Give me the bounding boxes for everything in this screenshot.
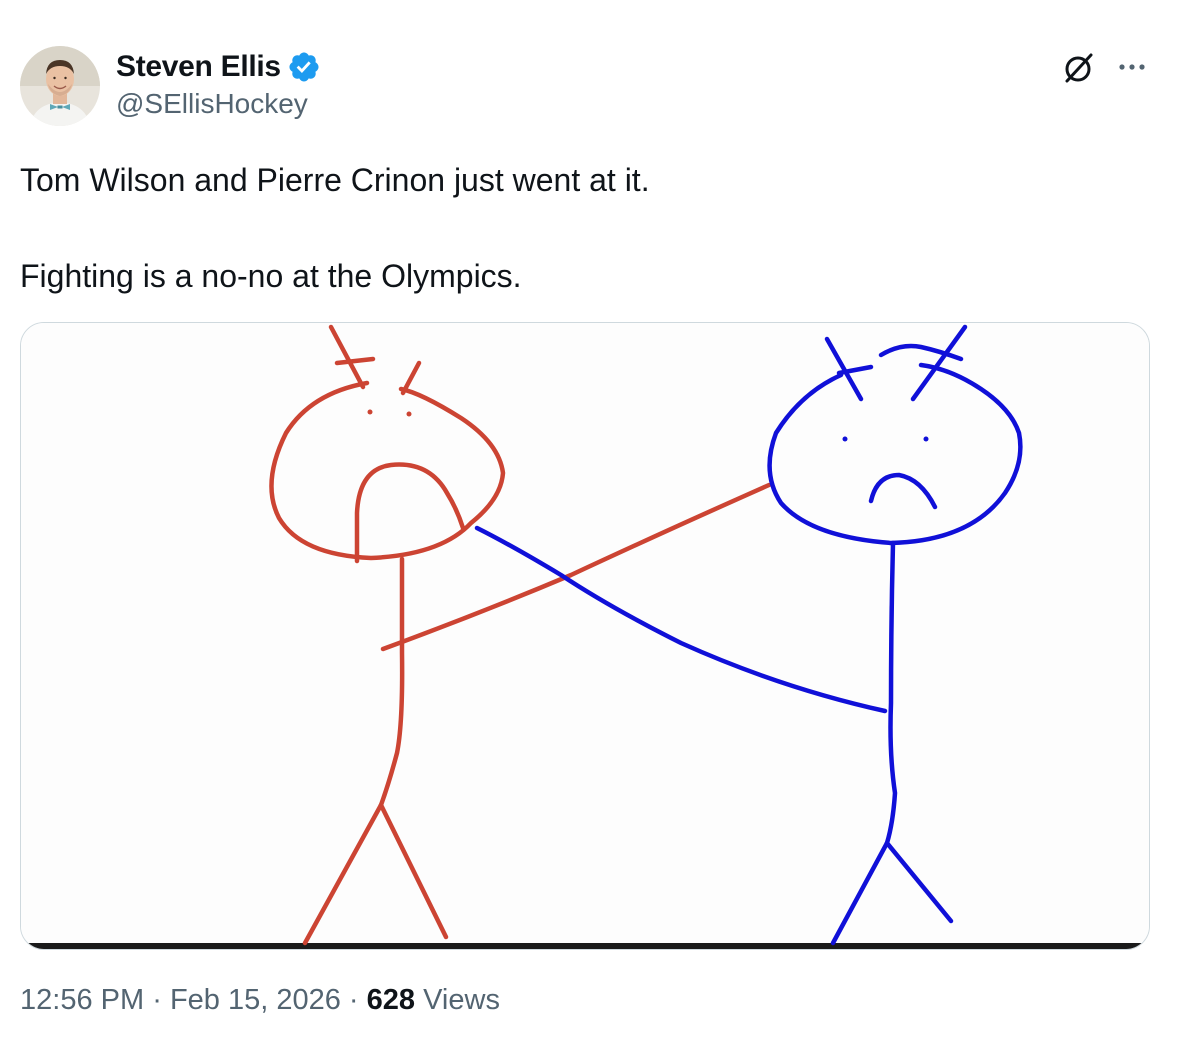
author-handle[interactable]: @SEllisHockey [116, 88, 308, 120]
grok-icon[interactable] [1058, 48, 1098, 88]
tweet: Steven Ellis @SEllisHockey Tom Wilson an… [0, 0, 1184, 1058]
ground-line [21, 943, 1149, 949]
views-count: 628 [366, 984, 416, 1016]
tweet-text-line-1: Tom Wilson and Pierre Crinon just went a… [20, 162, 650, 198]
avatar-photo [20, 46, 100, 126]
author-name-row: Steven Ellis [116, 48, 321, 86]
verified-badge-icon [287, 50, 321, 84]
tweet-date-link[interactable]: Feb 15, 2026 [170, 984, 341, 1016]
avatar[interactable] [20, 46, 100, 126]
tweet-meta: 12:56 PM · Feb 15, 2026 · 628 Views [20, 984, 500, 1017]
tweet-time-link[interactable]: 12:56 PM [20, 984, 144, 1016]
blue-eye-left [842, 436, 848, 442]
blue-eye-right [923, 436, 929, 442]
more-options-icon[interactable] [1112, 50, 1152, 86]
red-eye-right [406, 411, 412, 417]
meta-separator-1: · [152, 984, 162, 1016]
meta-separator-2: · [348, 984, 359, 1016]
stick-figure-drawing [21, 323, 1149, 949]
tweet-text: Tom Wilson and Pierre Crinon just went a… [20, 156, 1150, 300]
display-name[interactable]: Steven Ellis [116, 50, 281, 84]
tweet-text-line-2: Fighting is a no-no at the Olympics. [20, 258, 522, 294]
red-eye-left [367, 409, 373, 415]
tweet-media-image[interactable] [20, 322, 1150, 950]
views-label: Views [423, 984, 500, 1016]
